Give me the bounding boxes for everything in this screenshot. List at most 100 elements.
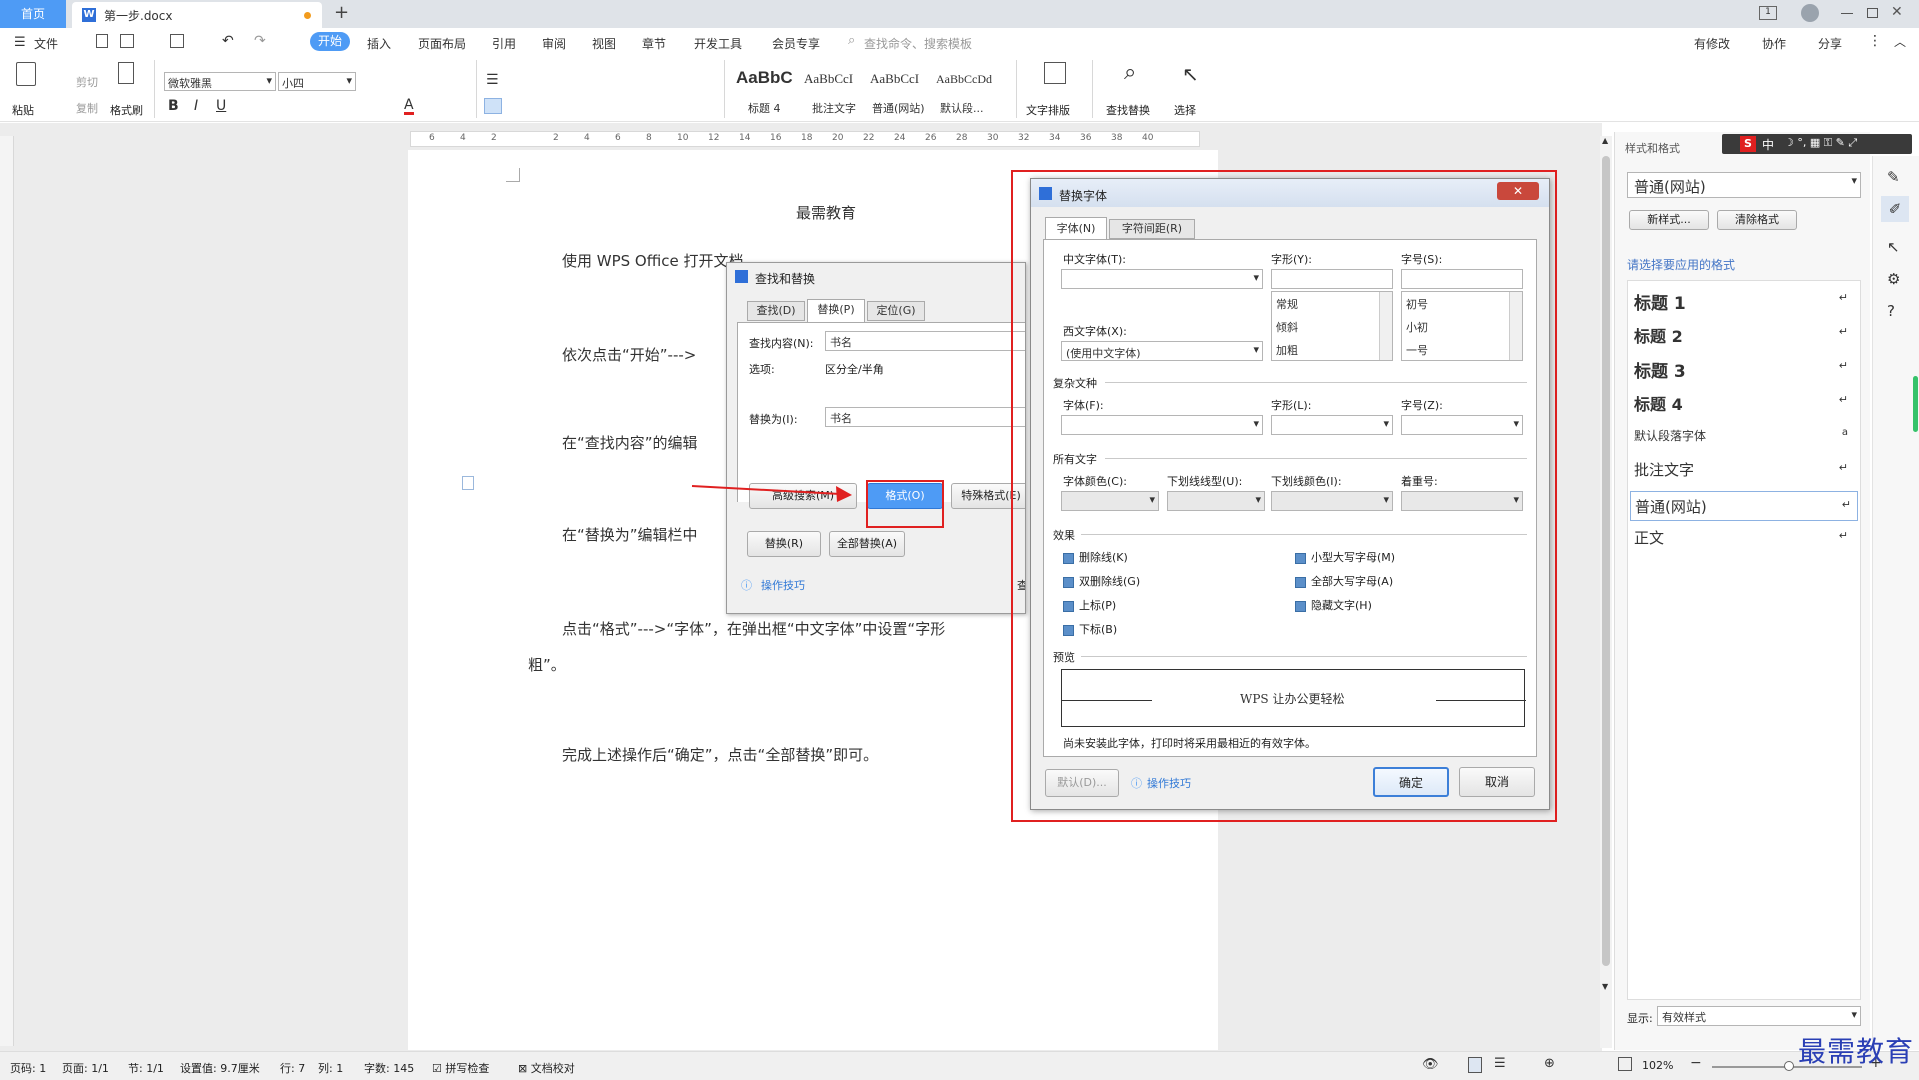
new-style-button[interactable]: 新样式... [1629, 210, 1709, 230]
doc-paragraph[interactable]: 完成上述操作后“确定”，点击“全部替换”即可。 [562, 744, 878, 765]
style-pane-header[interactable]: 样式和格式 [1625, 140, 1680, 156]
bold-icon[interactable]: B [168, 98, 179, 114]
avatar[interactable] [1801, 4, 1819, 22]
minimize-icon[interactable] [1841, 13, 1853, 14]
menu-tab-review[interactable]: 审阅 [542, 35, 566, 52]
restore-icon[interactable] [1867, 8, 1878, 18]
replace-button[interactable]: 替换(R) [747, 531, 821, 557]
current-style-select[interactable]: 普通(网站) [1627, 172, 1861, 198]
doc-paragraph[interactable]: 使用 WPS Office 打开文档 [562, 250, 744, 271]
font-tab-spacing[interactable]: 字符间距(R) [1109, 219, 1195, 239]
scroll-up-icon[interactable]: ▲ [1602, 136, 1608, 145]
style-option[interactable]: 倾斜 [1276, 319, 1298, 335]
complex-font-select[interactable] [1061, 415, 1263, 435]
more-icon[interactable]: ⋮ [1868, 33, 1882, 49]
doc-paragraph[interactable]: 依次点击“开始”---> [562, 344, 696, 365]
style-item-heading1[interactable]: 标题 1 ↵ [1634, 289, 1854, 315]
sidebar-style-icon[interactable]: ✎ [1887, 168, 1900, 186]
size-input[interactable] [1401, 269, 1523, 289]
status-line[interactable]: 行: 7 [280, 1060, 305, 1076]
find-content-input[interactable]: 书名 [825, 331, 1025, 351]
window-number-icon[interactable]: 1 [1759, 6, 1777, 20]
cut-button[interactable]: 剪切 [58, 74, 98, 90]
zoom-level[interactable]: 102% [1642, 1059, 1673, 1072]
show-select[interactable]: 有效样式 [1657, 1006, 1861, 1026]
sidebar-help-icon[interactable]: ? [1887, 302, 1895, 320]
style-default-para[interactable]: AaBbCcDd 默认段... [934, 62, 1004, 118]
format-painter-icon[interactable] [118, 62, 134, 84]
style-item-default-font[interactable]: 默认段落字体 a [1634, 427, 1854, 449]
style-heading4[interactable]: AaBbC 标题 4 [732, 62, 800, 118]
new-tab-button[interactable]: + [334, 2, 349, 23]
zoom-slider-handle[interactable] [1784, 1061, 1794, 1071]
effect-strikethrough-checkbox[interactable]: 删除线(K) [1063, 549, 1128, 565]
menu-tab-member[interactable]: 会员专享 [772, 35, 820, 52]
emphasis-select[interactable] [1401, 491, 1523, 511]
save-icon[interactable] [120, 34, 134, 48]
sidebar-settings-icon[interactable]: ⚙ [1887, 270, 1900, 288]
doc-paragraph[interactable]: 在“替换为”编辑栏中 [562, 524, 698, 545]
command-search[interactable]: 查找命令、搜索模板 [864, 35, 972, 52]
size-list[interactable]: 初号 小初 一号 [1401, 291, 1523, 361]
doc-title[interactable]: 最需教育 [796, 202, 856, 223]
replace-with-input[interactable]: 书名 [825, 407, 1025, 427]
text-layout-button[interactable]: 文字排版 [1026, 102, 1070, 118]
style-item-normal-web[interactable]: 普通(网站) ↵ [1630, 491, 1858, 521]
menu-file[interactable]: 文件 [34, 35, 58, 52]
find-tab-replace[interactable]: 替换(P) [807, 299, 865, 322]
clear-format-button[interactable]: 清除格式 [1717, 210, 1797, 230]
scroll-down-icon[interactable]: ▼ [1602, 982, 1608, 991]
sidebar-select-icon[interactable]: ↖ [1887, 238, 1900, 256]
collaborate-button[interactable]: 协作 [1762, 35, 1786, 52]
document-scrollbar[interactable]: ▲ ▼ [1600, 136, 1612, 1048]
tab-home[interactable]: 首页 [0, 0, 66, 28]
menu-tab-developer[interactable]: 开发工具 [694, 35, 742, 52]
effect-subscript-checkbox[interactable]: 下标(B) [1063, 621, 1117, 637]
status-section[interactable]: 节: 1/1 [128, 1060, 164, 1076]
redo-icon[interactable]: ↷ [254, 33, 266, 49]
find-replace-button[interactable]: 查找替换 [1106, 102, 1150, 118]
default-button[interactable]: 默认(D)... [1045, 769, 1119, 797]
copy-button[interactable]: 复制 [58, 100, 98, 116]
sidebar-scroll-indicator[interactable] [1913, 376, 1918, 432]
replace-all-button[interactable]: 全部替换(A) [829, 531, 905, 557]
find-tab-goto[interactable]: 定位(G) [867, 301, 925, 321]
print-icon[interactable] [170, 34, 184, 48]
style-item-heading3[interactable]: 标题 3 ↵ [1634, 357, 1854, 383]
scroll-thumb[interactable] [1602, 156, 1610, 966]
menu-icon[interactable]: ☰ [14, 35, 26, 50]
underline-color-select[interactable] [1271, 491, 1393, 511]
style-comment-text[interactable]: AaBbCcI 批注文字 [802, 62, 868, 118]
font-tips-link[interactable]: 操作技巧 [1147, 775, 1191, 791]
font-size-select[interactable]: 小四 [278, 72, 356, 91]
cancel-button[interactable]: 取消 [1459, 767, 1535, 797]
ok-button[interactable]: 确定 [1373, 767, 1449, 797]
underline-type-select[interactable] [1167, 491, 1265, 511]
menu-tab-start[interactable]: 开始 [310, 32, 350, 51]
style-option[interactable]: 加粗 [1276, 342, 1298, 358]
style-normal-web[interactable]: AaBbCcI 普通(网站) [868, 62, 934, 118]
paste-icon[interactable] [16, 62, 36, 86]
size-option[interactable]: 一号 [1406, 342, 1428, 358]
style-option[interactable]: 常规 [1276, 296, 1298, 312]
collapse-ribbon-icon[interactable]: ︿ [1894, 33, 1906, 50]
status-pages[interactable]: 页面: 1/1 [62, 1060, 109, 1076]
west-font-select[interactable]: (使用中文字体) [1061, 341, 1263, 361]
menu-tab-chapter[interactable]: 章节 [642, 35, 666, 52]
sidebar-edit-icon[interactable]: ✐ [1881, 196, 1909, 222]
effect-superscript-checkbox[interactable]: 上标(P) [1063, 597, 1116, 613]
font-color-select[interactable] [1061, 491, 1159, 511]
size-list-scrollbar[interactable] [1509, 292, 1522, 360]
select-cursor-icon[interactable]: ↖ [1182, 62, 1199, 86]
size-option[interactable]: 初号 [1406, 296, 1428, 312]
new-doc-icon[interactable] [96, 34, 108, 48]
status-wordcount[interactable]: 字数: 145 [364, 1060, 414, 1076]
doc-paragraph[interactable]: 点击“格式”--->“字体”，在弹出框“中文字体”中设置“字形 [562, 618, 945, 639]
font-color-icon[interactable]: A [404, 98, 414, 115]
close-icon[interactable]: ✕ [1891, 4, 1903, 20]
style-item-comment[interactable]: 批注文字 ↵ [1634, 459, 1854, 483]
status-proofread[interactable]: ⊠ 文档校对 [518, 1060, 575, 1076]
complex-size-select[interactable] [1401, 415, 1523, 435]
ime-logo-icon[interactable]: S [1740, 136, 1756, 152]
align-left-icon[interactable] [484, 98, 502, 114]
